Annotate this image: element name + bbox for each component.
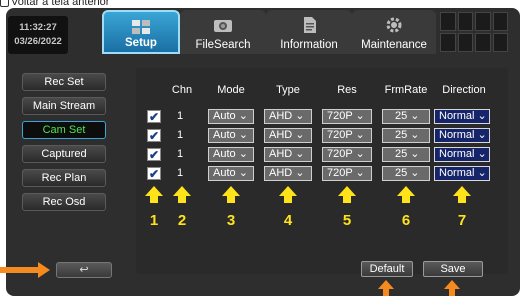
channel-grid-widget <box>440 12 508 52</box>
caption-label: Voltar à tela anterior <box>11 0 110 8</box>
framerate-value: 25 <box>395 148 408 160</box>
direction-select[interactable]: Normal ⌄ <box>434 147 490 162</box>
res-select[interactable]: 720P ⌄ <box>322 147 372 162</box>
sidebar-item-rec-plan[interactable]: Rec Plan <box>22 169 106 187</box>
mode-value: Auto <box>213 129 236 141</box>
default-button[interactable]: Default <box>361 261 413 277</box>
back-button[interactable]: ↩ <box>56 262 112 278</box>
tab-information[interactable]: Information <box>266 10 352 54</box>
grid-cell <box>457 33 473 52</box>
direction-value: Normal <box>439 167 475 179</box>
tab-maintenance-label: Maintenance <box>361 39 427 51</box>
channel-number: 1 <box>176 110 184 122</box>
framerate-select[interactable]: 25 ⌄ <box>382 147 430 162</box>
callout-number: 6 <box>401 212 411 229</box>
res-value: 720P <box>327 110 353 122</box>
type-select[interactable]: AHD ⌄ <box>264 109 312 124</box>
mode-value: Auto <box>213 110 236 122</box>
sidebar-item-main-stream[interactable]: Main Stream <box>22 97 106 115</box>
callout-number: 4 <box>283 212 293 229</box>
save-button[interactable]: Save <box>423 261 483 277</box>
channel-checkbox[interactable]: ✔ <box>147 167 161 180</box>
channel-checkbox[interactable]: ✔ <box>147 148 161 161</box>
tab-setup-label: Setup <box>125 37 157 49</box>
header-frmrate: FrmRate <box>384 84 428 96</box>
type-value: AHD <box>269 148 293 160</box>
res-select[interactable]: 720P ⌄ <box>322 128 372 143</box>
gear-icon <box>386 17 402 33</box>
type-select[interactable]: AHD ⌄ <box>264 147 312 162</box>
header-chn: Chn <box>171 84 193 96</box>
channel-checkbox[interactable]: ✔ <box>147 129 161 142</box>
grid-cell <box>492 12 508 31</box>
header-direction: Direction <box>442 84 486 96</box>
datetime-display: 11:32:27 03/26/2022 <box>8 16 68 54</box>
grid-cell <box>440 12 456 31</box>
tab-maintenance[interactable]: Maintenance <box>352 10 436 54</box>
header-res: Res <box>337 84 357 96</box>
header-mode: Mode <box>217 84 245 96</box>
direction-value: Normal <box>439 129 475 141</box>
channel-number: 1 <box>176 129 184 141</box>
callout-number: 1 <box>149 212 159 229</box>
tab-setup[interactable]: Setup <box>102 10 180 54</box>
direction-select[interactable]: Normal ⌄ <box>434 166 490 181</box>
sidebar-item-rec-set[interactable]: Rec Set <box>22 73 106 91</box>
grid-cell <box>457 12 473 31</box>
framerate-value: 25 <box>395 129 408 141</box>
clock-time: 11:32:27 <box>19 22 57 33</box>
type-select[interactable]: AHD ⌄ <box>264 128 312 143</box>
grid-cell <box>492 33 508 52</box>
framerate-select[interactable]: 25 ⌄ <box>382 109 430 124</box>
sidebar-item-rec-osd[interactable]: Rec Osd <box>22 193 106 211</box>
type-select[interactable]: AHD ⌄ <box>264 166 312 181</box>
setup-icon <box>132 20 150 34</box>
res-value: 720P <box>327 167 353 179</box>
tab-filesearch[interactable]: FileSearch <box>180 10 266 54</box>
callout-number: 7 <box>457 212 467 229</box>
sidebar-item-captured[interactable]: Captured <box>22 145 106 163</box>
type-value: AHD <box>269 110 293 122</box>
direction-value: Normal <box>439 148 475 160</box>
framerate-value: 25 <box>395 167 408 179</box>
header-type: Type <box>276 84 300 96</box>
callout-number: 5 <box>342 212 352 229</box>
tab-information-label: Information <box>280 39 338 51</box>
framerate-value: 25 <box>395 110 408 122</box>
grid-cell <box>475 12 491 31</box>
type-value: AHD <box>269 129 293 141</box>
res-value: 720P <box>327 148 353 160</box>
framerate-select[interactable]: 25 ⌄ <box>382 166 430 181</box>
mode-value: Auto <box>213 167 236 179</box>
direction-select[interactable]: Normal ⌄ <box>434 128 490 143</box>
tab-filesearch-label: FileSearch <box>195 39 251 51</box>
channel-number: 1 <box>176 148 184 160</box>
res-value: 720P <box>327 129 353 141</box>
clock-date: 03/26/2022 <box>14 36 62 47</box>
grid-cell <box>440 33 456 52</box>
mode-select[interactable]: Auto ⌄ <box>208 166 254 181</box>
channel-checkbox[interactable]: ✔ <box>147 110 161 123</box>
document-icon <box>304 17 316 33</box>
res-select[interactable]: 720P ⌄ <box>322 166 372 181</box>
mode-value: Auto <box>213 148 236 160</box>
callout-number: 3 <box>226 212 236 229</box>
channel-number: 1 <box>176 167 184 179</box>
res-select[interactable]: 720P ⌄ <box>322 109 372 124</box>
grid-cell <box>475 33 491 52</box>
direction-select[interactable]: Normal ⌄ <box>434 109 490 124</box>
mode-select[interactable]: Auto ⌄ <box>208 147 254 162</box>
mode-select[interactable]: Auto ⌄ <box>208 109 254 124</box>
type-value: AHD <box>269 167 293 179</box>
back-key-icon <box>0 0 9 7</box>
callout-number: 2 <box>177 212 187 229</box>
pointer-arrow-icon <box>0 262 52 278</box>
sidebar-item-cam-set[interactable]: Cam Set <box>22 121 106 139</box>
direction-value: Normal <box>439 110 475 122</box>
camera-icon <box>214 20 232 32</box>
mode-select[interactable]: Auto ⌄ <box>208 128 254 143</box>
framerate-select[interactable]: 25 ⌄ <box>382 128 430 143</box>
caption-text: Voltar à tela anterior <box>0 0 109 8</box>
